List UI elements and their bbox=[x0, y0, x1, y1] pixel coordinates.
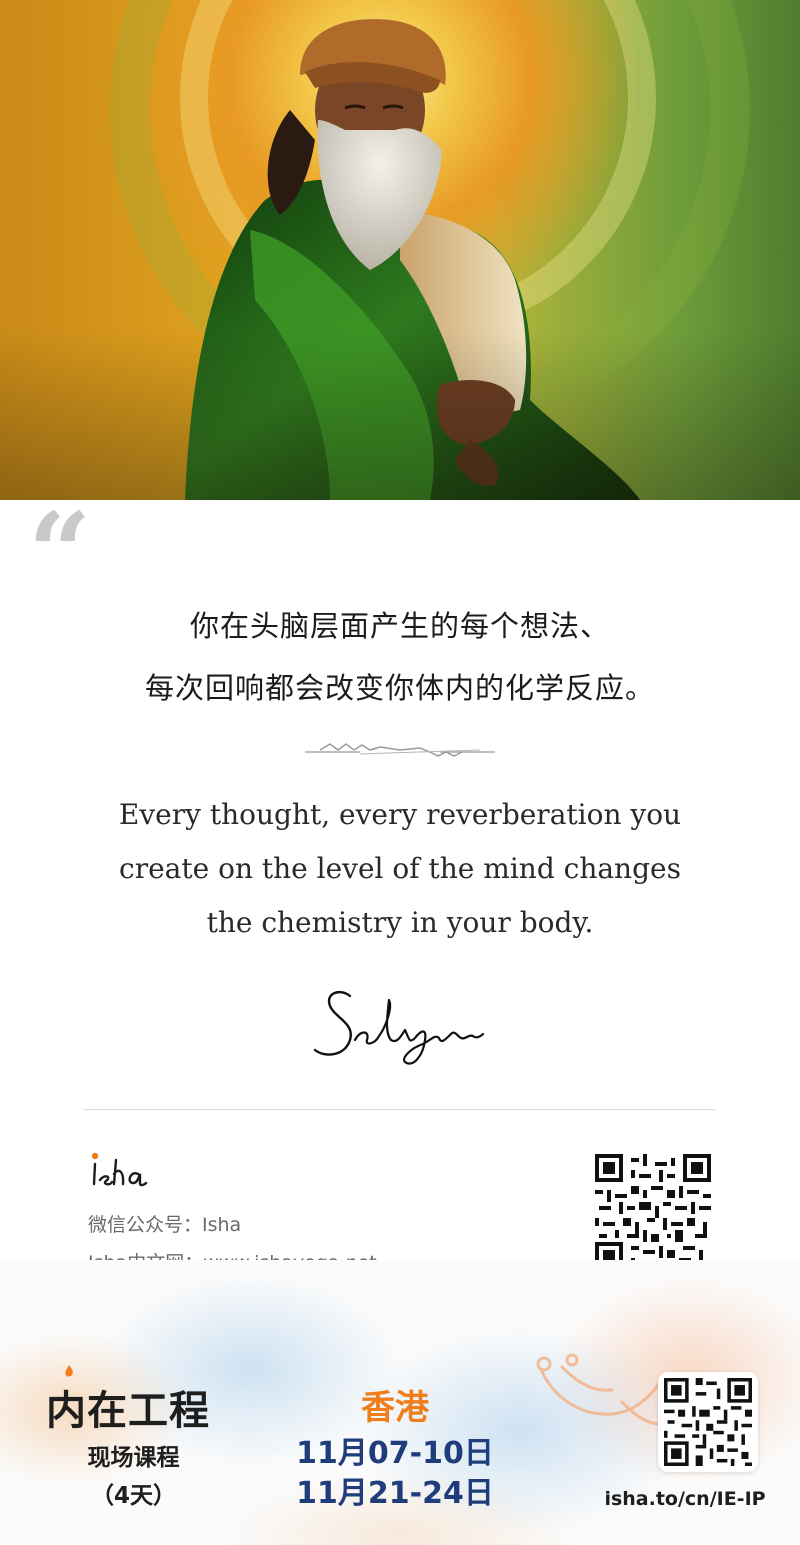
isha-logo bbox=[91, 1152, 148, 1187]
hero-shade bbox=[0, 330, 800, 500]
hero-photo bbox=[0, 0, 800, 500]
quote-chinese-line-2: 每次回响都会改变你体内的化学反应。 bbox=[144, 671, 655, 705]
event-qr-container[interactable] bbox=[658, 1372, 758, 1472]
event-date-1: 11月07-10日 bbox=[296, 1436, 494, 1471]
quote-english-line-3: the chemistry in your body. bbox=[206, 906, 594, 939]
event-qr-code-icon[interactable] bbox=[664, 1378, 752, 1466]
course-subtitle: 现场课程 bbox=[87, 1445, 180, 1471]
quote-mark-icon: “ bbox=[28, 488, 92, 617]
quote-english-line-1: Every thought, every reverberation you bbox=[118, 798, 682, 831]
flame-icon bbox=[65, 1365, 73, 1377]
event-date-2: 11月21-24日 bbox=[296, 1476, 494, 1511]
wechat-qr-code-icon[interactable] bbox=[595, 1154, 711, 1270]
decorative-swirl-icon bbox=[536, 1353, 662, 1426]
sadhguru-signature bbox=[313, 991, 485, 1065]
wechat-account: 微信公众号：Isha bbox=[88, 1214, 242, 1236]
quote-chinese-line-1: 你在头脑层面产生的每个想法、 bbox=[189, 609, 610, 643]
event-city: 香港 bbox=[361, 1388, 429, 1428]
event-link[interactable]: isha.to/cn/IE-IP bbox=[600, 1488, 770, 1510]
course-duration: （4天） bbox=[90, 1483, 176, 1509]
section-divider bbox=[83, 1109, 715, 1110]
ornament-divider-icon bbox=[305, 743, 495, 757]
course-title: 内在工程 bbox=[46, 1388, 210, 1434]
quote-english-line-2: create on the level of the mind changes bbox=[119, 852, 681, 885]
